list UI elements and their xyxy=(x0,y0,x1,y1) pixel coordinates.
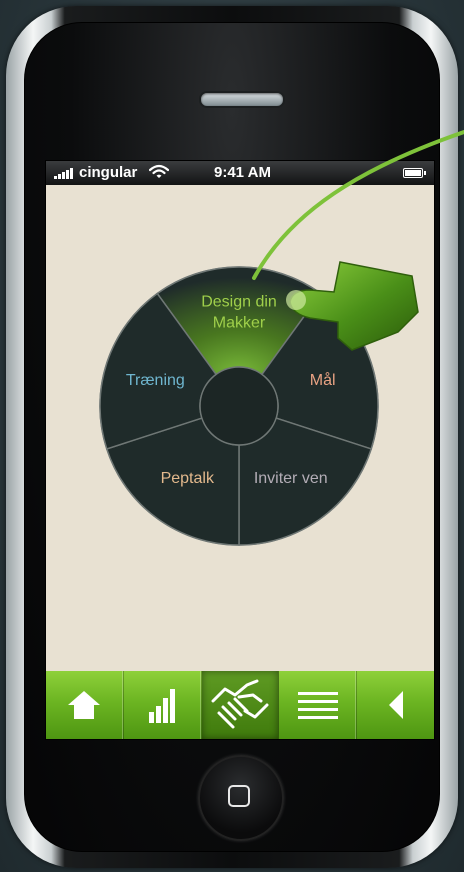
radial-menu-label-goal: Mål xyxy=(310,371,336,389)
handshake-icon xyxy=(211,679,269,729)
toolbar-home-button[interactable] xyxy=(46,671,124,739)
home-hardware-button[interactable] xyxy=(198,755,284,841)
home-icon xyxy=(68,691,101,719)
radial-menu-center xyxy=(199,366,279,446)
screen: cingular 9:41 AM Design din Makker Mål Invi… xyxy=(45,160,435,740)
radial-menu-label-peptalk: Peptalk xyxy=(161,470,215,487)
toolbar-menu-button[interactable] xyxy=(279,671,358,739)
radial-menu: Design din MakkerMålInviter venPeptalkTræ… xyxy=(99,266,379,546)
toolbar-partner-button[interactable] xyxy=(201,671,280,739)
back-arrow-icon xyxy=(388,691,403,719)
list-icon xyxy=(297,692,338,719)
radial-menu-label-invite: Inviter ven xyxy=(254,470,328,487)
bottom-toolbar xyxy=(46,671,434,739)
toolbar-stats-button[interactable] xyxy=(124,671,202,739)
bar-chart-icon xyxy=(149,689,176,723)
toolbar-back-button[interactable] xyxy=(357,671,434,739)
radial-menu-label-training: Træning xyxy=(126,372,185,389)
earpiece-speaker xyxy=(199,91,285,108)
home-square-icon xyxy=(228,785,250,807)
